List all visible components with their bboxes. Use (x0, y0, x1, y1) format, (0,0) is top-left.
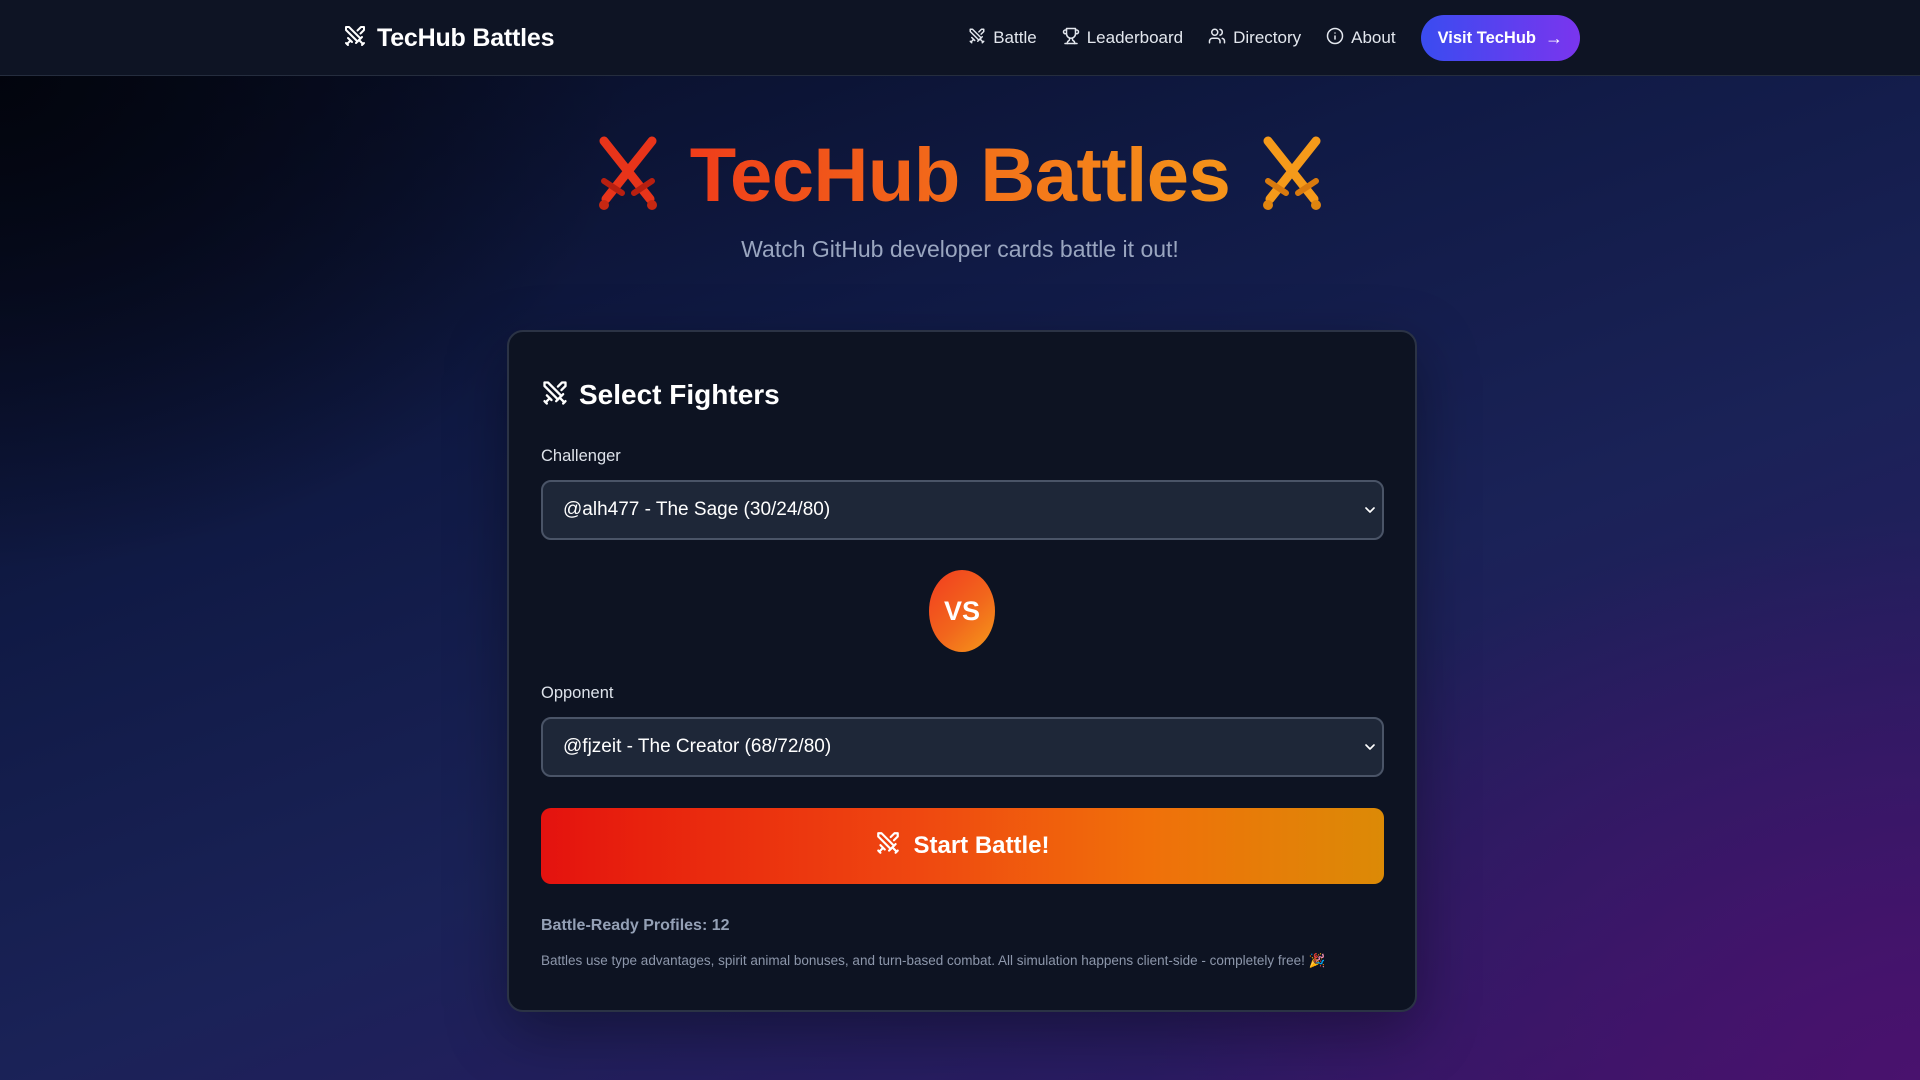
visit-techub-button[interactable]: Visit TecHub → (1420, 15, 1580, 61)
nav-link-directory[interactable]: Directory (1208, 27, 1301, 50)
card-title-text: Select Fighters (579, 379, 780, 410)
vs-badge: VS (929, 570, 995, 652)
opponent-select[interactable]: @fjzeit - The Creator (68/72/80) (541, 717, 1384, 777)
users-icon (1208, 27, 1226, 50)
chevron-down-icon (1365, 507, 1375, 513)
chevron-down-icon (1365, 744, 1375, 750)
nav-link-label: Directory (1233, 28, 1302, 47)
hero-title-text: TecHub Battles (689, 132, 1231, 218)
challenger-select-value: @alh477 - The Sage (30/24/80) (563, 499, 831, 520)
top-navbar: TecHub Battles Battle Leaderboard Direct… (0, 0, 1920, 76)
hero-title: TecHub Battles (0, 130, 1920, 220)
brand-name: TecHub Battles (377, 23, 555, 52)
battle-ready-count: Battle-Ready Profiles: 12 (541, 917, 730, 934)
nav-links: Battle Leaderboard Directory About Visit… (968, 15, 1580, 61)
swords-icon (541, 379, 569, 412)
trophy-icon (1062, 27, 1080, 50)
start-battle-label: Start Battle! (913, 832, 1050, 859)
nav-link-label: About (1351, 28, 1396, 47)
nav-link-battle[interactable]: Battle (968, 27, 1037, 50)
challenger-select[interactable]: @alh477 - The Sage (30/24/80) (541, 480, 1384, 540)
swords-icon (343, 24, 367, 53)
arrow-right-icon: → (1545, 27, 1563, 48)
opponent-label: Opponent (541, 684, 614, 702)
nav-link-leaderboard[interactable]: Leaderboard (1062, 27, 1183, 50)
swords-icon (875, 830, 901, 863)
opponent-select-value: @fjzeit - The Creator (68/72/80) (563, 736, 832, 757)
card-title: Select Fighters (541, 377, 780, 413)
brand-logo-link[interactable]: TecHub Battles (343, 20, 555, 56)
battle-info-footnote: Battles use type advantages, spirit anim… (541, 953, 1326, 968)
start-battle-button[interactable]: Start Battle! (541, 808, 1384, 884)
hero-subtitle: Watch GitHub developer cards battle it o… (741, 236, 1179, 262)
nav-link-label: Battle (993, 28, 1037, 47)
info-icon (1326, 27, 1344, 50)
select-fighters-card: Select Fighters Challenger @alh477 - The… (507, 330, 1417, 1012)
visit-techub-label: Visit TecHub (1437, 28, 1536, 47)
nav-link-label: Leaderboard (1086, 28, 1184, 47)
crossed-swords-icon (1258, 133, 1326, 218)
nav-link-about[interactable]: About (1326, 27, 1396, 50)
swords-icon (968, 27, 986, 50)
crossed-swords-icon (594, 133, 662, 218)
challenger-label: Challenger (541, 447, 621, 465)
